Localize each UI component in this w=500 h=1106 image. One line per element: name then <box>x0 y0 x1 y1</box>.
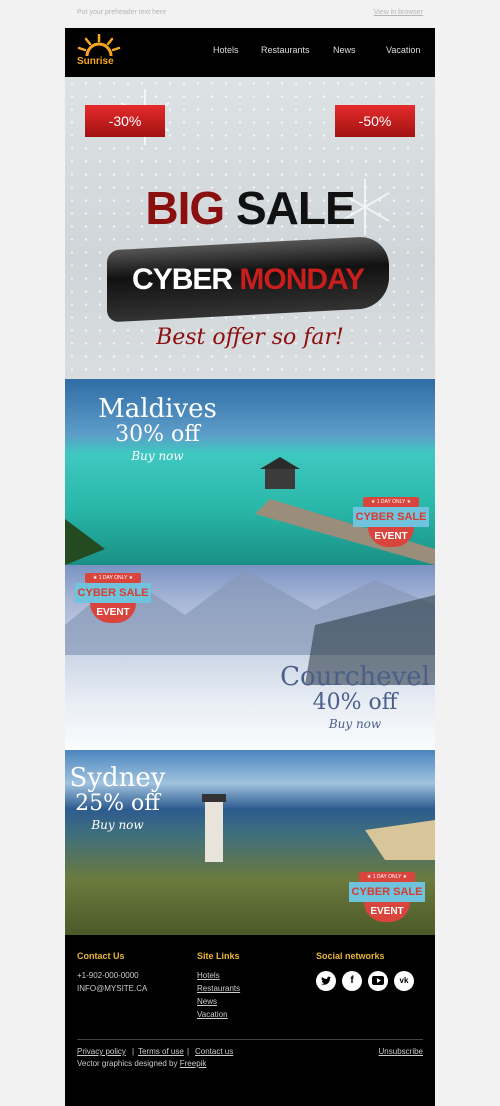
badge-top: ★ 1 DAY ONLY ★ <box>363 497 419 507</box>
badge-middle: CYBER SALE <box>353 507 429 527</box>
twitter-icon[interactable] <box>316 971 336 991</box>
destination-offer: 25% off <box>75 791 160 816</box>
brand-name: Sunrise <box>77 56 114 67</box>
destination-name: Sydney <box>69 763 166 793</box>
preheader-text: Put your preheader text here <box>77 9 167 16</box>
footer: Contact Us +1-902-000-0000 INFO@MYSITE.C… <box>65 935 435 1106</box>
discount-ribbon-left: -30% <box>85 105 165 137</box>
site-links-title: Site Links <box>197 951 240 961</box>
big-word: BIG <box>145 182 225 234</box>
badge-middle: CYBER SALE <box>349 882 425 902</box>
destination-offer: 30% off <box>115 422 200 447</box>
cyber-sale-badge: ★ 1 DAY ONLY ★ CYBER SALE EVENT <box>75 573 151 629</box>
destination-name: Courchevel <box>280 662 430 692</box>
monday-word: MONDAY <box>239 263 364 296</box>
nav-hotels[interactable]: Hotels <box>213 45 239 55</box>
brand-logo[interactable]: Sunrise <box>77 33 125 72</box>
buy-now-link[interactable]: Buy now <box>275 715 435 733</box>
destination-info: Maldives 30% off Buy now <box>85 395 230 465</box>
badge-top: ★ 1 DAY ONLY ★ <box>85 573 141 583</box>
big-sale-heading: BIG SALE <box>65 181 435 235</box>
credit-text: Vector graphics designed by Freepik <box>77 1059 206 1068</box>
buy-now-link[interactable]: Buy now <box>85 447 230 465</box>
nav-restaurants[interactable]: Restaurants <box>261 45 310 55</box>
badge-bottom: EVENT <box>90 603 136 623</box>
contact-email[interactable]: INFO@MYSITE.CA <box>77 984 147 993</box>
sale-word: SALE <box>235 182 356 234</box>
cyber-sale-badge: ★ 1 DAY ONLY ★ CYBER SALE EVENT <box>349 872 425 928</box>
footer-link-restaurants[interactable]: Restaurants <box>197 984 240 993</box>
sun-icon <box>77 33 121 57</box>
destination-info: Sydney 25% off Buy now <box>65 764 170 834</box>
separator: | <box>132 1047 135 1056</box>
preheader-bar: Put your preheader text here View in bro… <box>65 0 435 28</box>
badge-top: ★ 1 DAY ONLY ★ <box>359 872 415 882</box>
contact-phone: +1-902-000-0000 <box>77 971 139 980</box>
contact-us-link[interactable]: Contact us <box>195 1047 233 1056</box>
sydney-panel[interactable]: Sydney 25% off Buy now ★ 1 DAY ONLY ★ CY… <box>65 750 435 935</box>
cyber-sale-badge: ★ 1 DAY ONLY ★ CYBER SALE EVENT <box>353 497 429 553</box>
email-container: Sunrise Hotels Restaurants News Vacation… <box>65 28 435 1106</box>
youtube-icon[interactable] <box>368 971 388 991</box>
separator: | <box>187 1047 190 1056</box>
destination-name: Maldives <box>98 394 217 424</box>
discount-ribbon-right: -50% <box>335 105 415 137</box>
footer-divider <box>77 1039 423 1040</box>
badge-bottom: EVENT <box>368 527 414 547</box>
facebook-icon[interactable]: f <box>342 971 362 991</box>
courchevel-panel[interactable]: ★ 1 DAY ONLY ★ CYBER SALE EVENT Courchev… <box>65 565 435 750</box>
view-in-browser-link[interactable]: View in browser <box>374 9 423 16</box>
maldives-panel[interactable]: Maldives 30% off Buy now ★ 1 DAY ONLY ★ … <box>65 379 435 565</box>
badge-bottom: EVENT <box>364 902 410 922</box>
unsubscribe-link[interactable]: Unsubscribe <box>379 1047 423 1056</box>
tagline: Best offer so far! <box>156 325 344 350</box>
nav-vacation[interactable]: Vacation <box>386 45 420 55</box>
contact-title: Contact Us <box>77 951 125 961</box>
cyber-monday-banner: CYBER MONDAY <box>107 235 389 323</box>
vk-icon[interactable]: vk <box>394 971 414 991</box>
terms-link[interactable]: Terms of use <box>138 1047 184 1056</box>
social-title: Social networks <box>316 951 385 961</box>
footer-link-vacation[interactable]: Vacation <box>197 1010 228 1019</box>
nav-news[interactable]: News <box>333 45 356 55</box>
hero-banner[interactable]: -30% -50% BIG SALE CYBER MONDAY Best off… <box>65 77 435 379</box>
freepik-link[interactable]: Freepik <box>180 1059 207 1068</box>
destination-info: Courchevel 40% off Buy now <box>275 663 435 733</box>
header: Sunrise Hotels Restaurants News Vacation <box>65 28 435 77</box>
badge-middle: CYBER SALE <box>75 583 151 603</box>
footer-link-news[interactable]: News <box>197 997 217 1006</box>
credit-prefix: Vector graphics designed by <box>77 1059 178 1068</box>
destination-offer: 40% off <box>312 690 398 715</box>
footer-link-hotels[interactable]: Hotels <box>197 971 220 980</box>
buy-now-link[interactable]: Buy now <box>65 816 170 834</box>
cyber-word: CYBER <box>132 263 233 296</box>
privacy-policy-link[interactable]: Privacy policy <box>77 1047 126 1056</box>
